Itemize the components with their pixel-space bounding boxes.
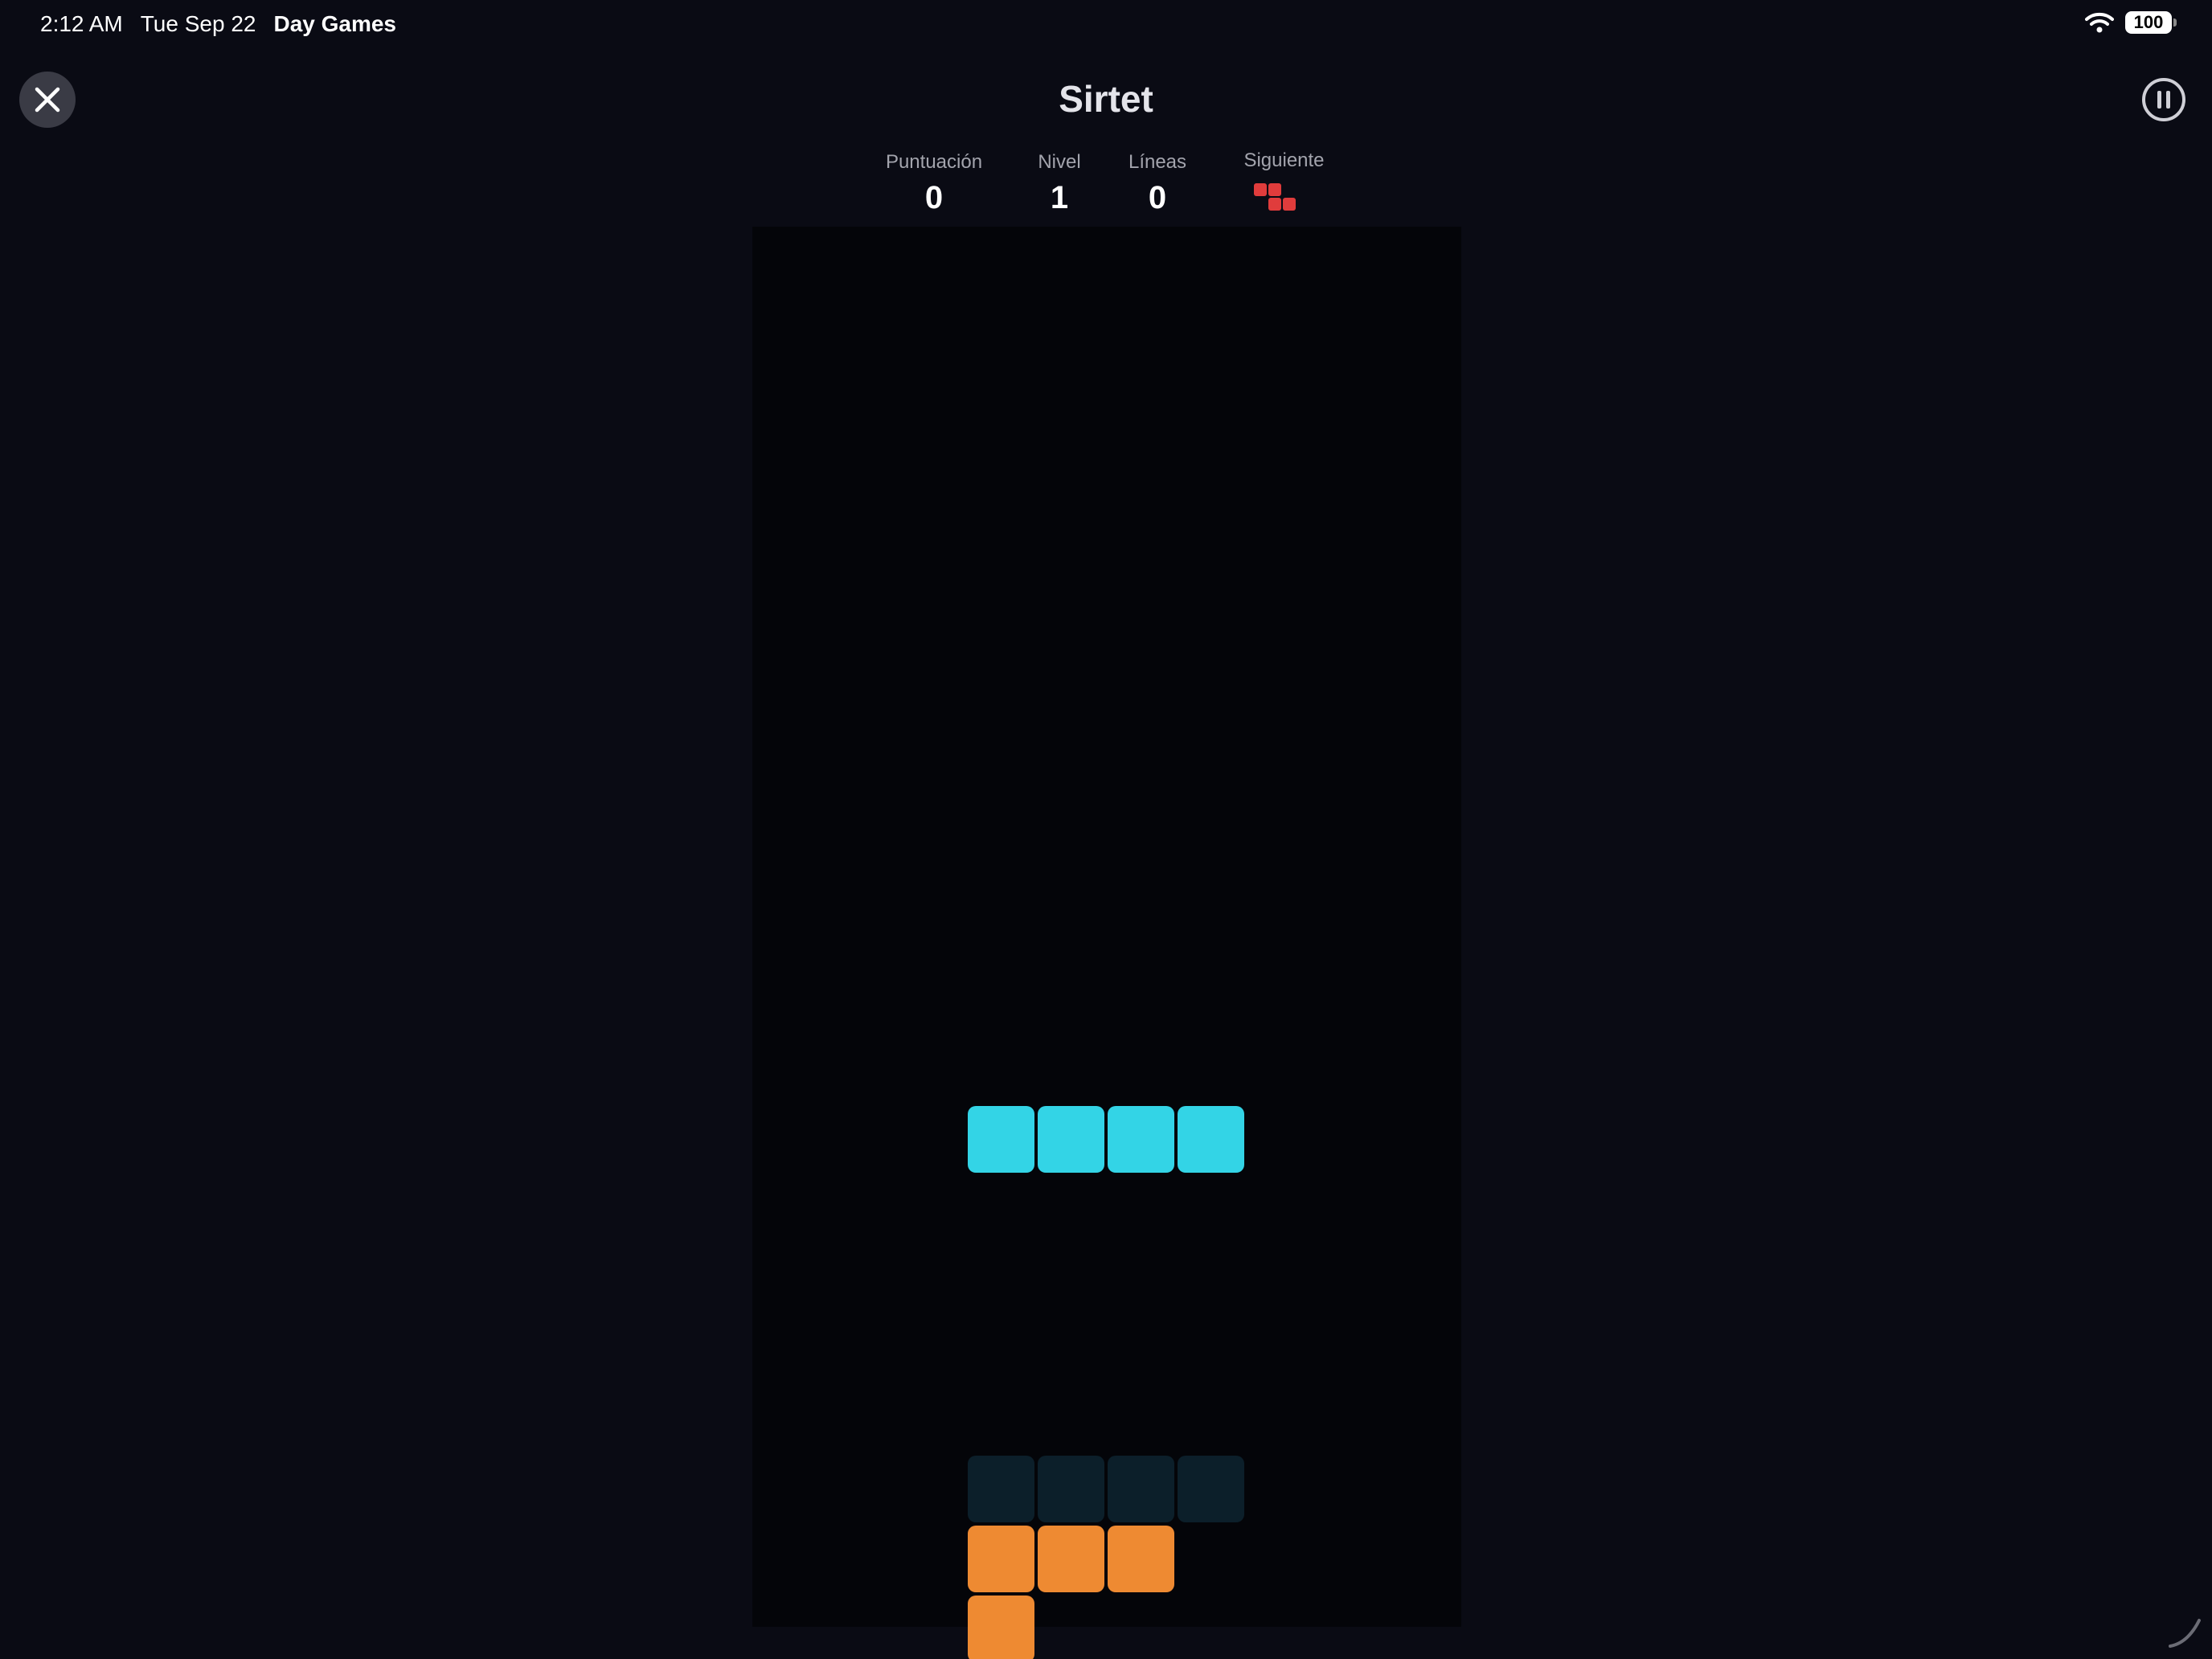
ghost-piece-block <box>1178 1456 1244 1522</box>
active-piece-block <box>1108 1106 1174 1173</box>
score-value: 0 <box>924 180 944 215</box>
resize-handle-icon <box>2169 1619 2201 1648</box>
game-title: Sirtet <box>1059 78 1153 120</box>
level-value: 1 <box>1050 180 1069 215</box>
next-label: Siguiente <box>1243 150 1325 171</box>
locked-block <box>1038 1526 1104 1592</box>
pause-icon <box>2142 78 2185 121</box>
score-label: Puntuación <box>885 151 983 173</box>
active-piece-block <box>1178 1106 1244 1173</box>
next-piece-stat: Siguiente <box>1230 150 1338 215</box>
status-date: Tue Sep 22 <box>140 11 256 36</box>
game-screen: 2:12 AM Tue Sep 22 Day Games 100 Sirtet … <box>0 0 2212 1659</box>
pause-button[interactable] <box>2141 77 2186 122</box>
status-bar-right: 100 <box>2085 11 2177 34</box>
ghost-piece-block <box>1038 1456 1104 1522</box>
active-piece-block <box>968 1106 1034 1173</box>
level-label: Nivel <box>1038 151 1081 173</box>
next-piece-block <box>1283 198 1296 211</box>
score-stat: Puntuación 0 <box>870 151 998 216</box>
wifi-icon <box>2085 12 2114 33</box>
locked-block <box>968 1526 1034 1592</box>
game-board[interactable] <box>752 227 1461 1659</box>
status-time: 2:12 AM <box>40 11 123 36</box>
next-piece-preview <box>1254 183 1302 215</box>
locked-block <box>1108 1526 1174 1592</box>
active-piece-block <box>1038 1106 1104 1173</box>
lines-stat: Líneas 0 <box>1117 151 1198 216</box>
status-bar-left: 2:12 AM Tue Sep 22 Day Games <box>40 11 396 37</box>
next-piece-block <box>1268 183 1281 196</box>
locked-block <box>968 1596 1034 1659</box>
battery-indicator: 100 <box>2125 11 2177 34</box>
level-stat: Nivel 1 <box>1019 151 1100 216</box>
lines-value: 0 <box>1148 180 1167 215</box>
next-piece-block <box>1254 183 1267 196</box>
battery-level: 100 <box>2133 12 2164 32</box>
status-app-name: Day Games <box>273 11 397 36</box>
lines-label: Líneas <box>1128 151 1187 173</box>
next-piece-block <box>1268 198 1281 211</box>
ghost-piece-block <box>1108 1456 1174 1522</box>
ghost-piece-block <box>968 1456 1034 1522</box>
